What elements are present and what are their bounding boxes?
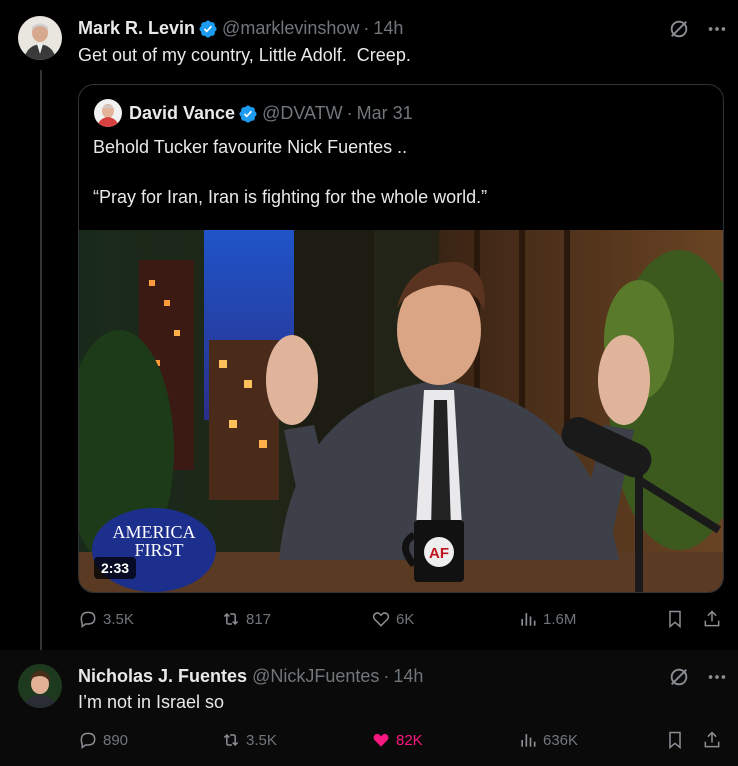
grok-icon[interactable] — [668, 18, 690, 40]
view-count: 1.6M — [543, 610, 577, 628]
like-button[interactable]: 82K — [371, 730, 423, 750]
like-count: 6K — [396, 610, 415, 628]
thread-connector-line — [40, 70, 42, 650]
author-name[interactable]: Mark R. Levin — [78, 18, 195, 39]
like-count: 82K — [396, 731, 423, 749]
quoted-tweet[interactable]: David Vance @DVATW · Mar 31 Behold Tucke… — [78, 84, 724, 593]
separator-dot: · — [346, 103, 353, 123]
views-icon — [521, 613, 536, 626]
repost-button[interactable]: 817 — [221, 609, 271, 629]
reply-button[interactable]: 3.5K — [78, 609, 134, 629]
views-icon — [521, 734, 536, 747]
hat-text-line1: AMERICA — [112, 522, 195, 542]
tweet-text: I’m not in Israel so — [78, 692, 225, 712]
bookmark-icon — [669, 731, 681, 750]
avatar-mark-levin[interactable] — [18, 16, 62, 60]
share-icon — [704, 610, 720, 627]
reply-icon — [80, 611, 96, 628]
author-handle[interactable]: @marklevinshow — [222, 18, 359, 39]
separator-dot: · — [383, 666, 390, 686]
like-icon — [372, 612, 390, 627]
repost-count: 3.5K — [246, 731, 277, 749]
views-button[interactable]: 636K — [518, 730, 578, 750]
verified-icon — [238, 104, 258, 124]
video-duration: 2:33 — [94, 557, 137, 579]
bookmark-icon — [669, 610, 681, 629]
tweet-mark-levin[interactable]: Mark R. Levin @marklevinshow · 14h Get o… — [0, 0, 738, 650]
quoted-text-line1: Behold Tucker favourite Nick Fuentes .. — [93, 137, 408, 157]
tweet-nicholas-fuentes[interactable]: Nicholas J. Fuentes @NickJFuentes · 14h … — [0, 650, 738, 766]
tweet-top-actions — [668, 666, 728, 688]
reply-button[interactable]: 890 — [78, 730, 128, 750]
author-name[interactable]: Nicholas J. Fuentes — [78, 666, 247, 687]
bookmark-button[interactable] — [665, 730, 685, 750]
avatar-nicholas-fuentes[interactable] — [18, 664, 62, 708]
grok-icon[interactable] — [668, 666, 690, 688]
tweet-action-bar: 890 3.5K 82K 636K — [78, 730, 724, 758]
reply-count: 3.5K — [103, 610, 134, 628]
tweet-text: Get out of my country, Little Adolf. Cre… — [78, 45, 411, 65]
timestamp[interactable]: 14h — [373, 18, 403, 39]
hat-text-line2: FIRST — [134, 540, 183, 560]
reply-icon — [80, 732, 96, 749]
video-thumbnail: AMERICA FIRST AF — [79, 230, 723, 592]
author-handle[interactable]: @NickJFuentes — [252, 666, 379, 687]
quoted-timestamp[interactable]: Mar 31 — [357, 103, 413, 124]
quoted-author-handle[interactable]: @DVATW — [262, 103, 343, 124]
like-icon — [373, 733, 389, 747]
share-button[interactable] — [702, 730, 722, 750]
share-button[interactable] — [702, 609, 722, 629]
quoted-text-line2: “Pray for Iran, Iran is fighting for the… — [93, 187, 488, 207]
tweet-action-bar: 3.5K 817 6K 1.6M — [78, 609, 724, 637]
more-icon[interactable] — [706, 18, 728, 40]
like-button[interactable]: 6K — [371, 609, 414, 629]
quoted-header: David Vance @DVATW · Mar 31 — [129, 103, 413, 124]
video-player[interactable]: AMERICA FIRST AF 2:33 — [79, 230, 723, 592]
tweet-top-actions — [668, 18, 728, 40]
separator-dot: · — [363, 18, 370, 38]
views-button[interactable]: 1.6M — [518, 609, 576, 629]
tweet-header: Nicholas J. Fuentes @NickJFuentes · 14h — [78, 666, 423, 687]
repost-button[interactable]: 3.5K — [221, 730, 277, 750]
view-count: 636K — [543, 731, 579, 749]
share-icon — [704, 731, 720, 748]
timestamp[interactable]: 14h — [393, 666, 423, 687]
more-icon[interactable] — [706, 666, 728, 688]
reply-count: 890 — [103, 731, 129, 749]
repost-icon — [223, 612, 239, 626]
repost-count: 817 — [246, 610, 272, 628]
tweet-header: Mark R. Levin @marklevinshow · 14h — [78, 18, 403, 39]
verified-icon — [198, 19, 218, 39]
repost-icon — [223, 733, 239, 747]
avatar-david-vance[interactable] — [94, 99, 122, 127]
quoted-author-name[interactable]: David Vance — [129, 103, 235, 124]
mug-logo-text: AF — [429, 545, 449, 562]
bookmark-button[interactable] — [665, 609, 685, 629]
